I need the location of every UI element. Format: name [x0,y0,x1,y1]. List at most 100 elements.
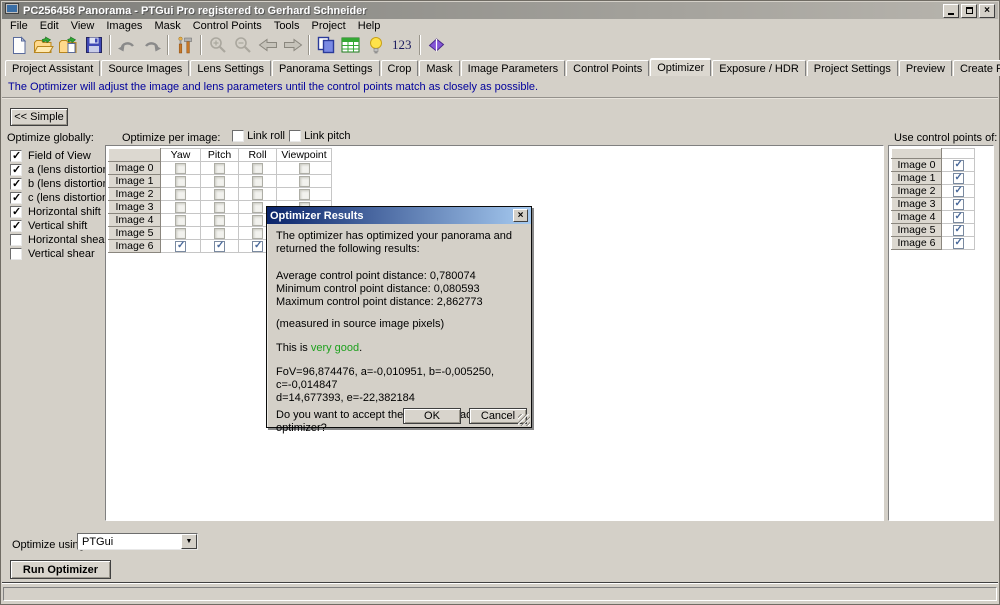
open-project-button[interactable] [31,34,56,56]
label-a-lens-distortion: a (lens distortion) [28,164,112,176]
menu-help[interactable]: Help [352,20,387,32]
source-images-button[interactable] [313,34,338,56]
checkbox-image-6-pitch[interactable] [214,241,225,252]
redo-button[interactable] [139,34,164,56]
restore-button[interactable] [961,4,977,18]
cp-checkbox-image-0[interactable] [953,160,964,171]
save-button[interactable] [81,34,106,56]
menu-tools[interactable]: Tools [268,20,306,32]
grid-row-label-image-4: Image 4 [109,214,161,227]
cp-cell-image-4 [942,211,975,224]
tools-button[interactable] [172,34,197,56]
tab-lens-settings[interactable]: Lens Settings [190,60,271,76]
link-roll-checkbox[interactable]: Link roll [232,130,285,142]
back-button[interactable] [255,34,280,56]
dialog-title-bar[interactable]: Optimizer Results × [267,207,531,224]
dialog-close-button[interactable]: × [513,209,528,222]
min-distance-text: Minimum control point distance: 0,080593 [276,283,522,296]
forward-button[interactable] [280,34,305,56]
help-button[interactable] [424,34,449,56]
checkbox-b-lens-distortion[interactable] [10,178,22,190]
optimize-per-image-label: Optimize per image: [122,132,220,144]
checkbox-image-4-pitch [214,215,225,226]
tab-create-panorama[interactable]: Create Panorama [953,60,1000,76]
cp-corner-cell [892,149,942,159]
zoom-in-button[interactable] [205,34,230,56]
close-button[interactable]: × [979,4,995,18]
tab-image-parameters[interactable]: Image Parameters [461,60,565,76]
checkbox-a-lens-distortion[interactable] [10,164,22,176]
simple-mode-button[interactable]: << Simple [10,108,68,126]
checkbox-vertical-shift[interactable] [10,220,22,232]
cp-checkbox-image-1[interactable] [953,173,964,184]
tab-project-assistant[interactable]: Project Assistant [5,60,100,76]
cp-checkbox-image-5[interactable] [953,225,964,236]
dialog-title: Optimizer Results [270,210,513,222]
link-pitch-box[interactable] [289,130,301,142]
checkbox-field-of-view[interactable] [10,150,22,162]
link-roll-box[interactable] [232,130,244,142]
checkbox-image-6-yaw[interactable] [175,241,186,252]
grid-cell-image-2-yaw [161,188,201,201]
cp-row-label-image-6: Image 6 [892,237,942,250]
checkbox-horizontal-shift[interactable] [10,206,22,218]
tab-bar: Project AssistantSource ImagesLens Setti… [2,58,998,76]
menu-view[interactable]: View [65,20,101,32]
tab-project-settings[interactable]: Project Settings [807,60,898,76]
menu-images[interactable]: Images [100,20,148,32]
close-icon: × [518,210,524,221]
cp-checkbox-image-3[interactable] [953,199,964,210]
tab-preview[interactable]: Preview [899,60,952,76]
tab-source-images[interactable]: Source Images [101,60,189,76]
label-c-lens-distortion: c (lens distortion) [28,192,112,204]
grid-row-label-image-5: Image 5 [109,227,161,240]
dialog-resize-grip[interactable] [518,414,530,426]
optimize-using-dropdown[interactable]: PTGui ▼ [77,533,198,550]
dropdown-button[interactable]: ▼ [181,534,197,549]
optimizer-tab-page: << Simple Optimize globally: Field of Vi… [2,99,998,582]
grid-cell-image-1-viewpoint [277,175,332,188]
menu-file[interactable]: File [4,20,34,32]
open-copy-button[interactable] [56,34,81,56]
toolbar: 123 [2,32,998,58]
cp-checkbox-image-2[interactable] [953,186,964,197]
numeric-transform-button[interactable]: 123 [388,37,416,53]
tab-optimizer[interactable]: Optimizer [650,59,711,77]
max-distance-text: Maximum control point distance: 2,862773 [276,296,522,309]
checkbox-image-3-pitch [214,202,225,213]
menu-edit[interactable]: Edit [34,20,65,32]
link-pitch-checkbox[interactable]: Link pitch [289,130,351,142]
run-optimizer-button[interactable]: Run Optimizer [10,560,111,579]
zoom-out-button[interactable] [230,34,255,56]
menu-mask[interactable]: Mask [148,20,186,32]
label-vertical-shift: Vertical shift [28,220,87,232]
tab-panorama-settings[interactable]: Panorama Settings [272,60,380,76]
checkbox-image-2-pitch [214,189,225,200]
minimize-button[interactable] [943,4,959,18]
grid-row-label-image-2: Image 2 [109,188,161,201]
checkbox-vertical-shear[interactable] [10,248,22,260]
tab-exposure-hdr[interactable]: Exposure / HDR [712,60,805,76]
cp-checkbox-image-4[interactable] [953,212,964,223]
checkbox-horizontal-shear[interactable] [10,234,22,246]
menu-control-points[interactable]: Control Points [187,20,268,32]
undo-button[interactable] [114,34,139,56]
grid-cell-image-4-yaw [161,214,201,227]
optimizer-hint-button[interactable] [363,34,388,56]
menu-project[interactable]: Project [306,20,352,32]
toolbar-separator [419,35,421,55]
tab-control-points[interactable]: Control Points [566,60,649,76]
cp-checkbox-image-6[interactable] [953,238,964,249]
checkbox-image-6-roll[interactable] [252,241,263,252]
image-table-button[interactable] [338,34,363,56]
grid-cell-image-2-roll [239,188,277,201]
tab-crop[interactable]: Crop [381,60,419,76]
ok-button[interactable]: OK [403,408,461,424]
cp-row-label-image-5: Image 5 [892,224,942,237]
cp-row-label-image-0: Image 0 [892,159,942,172]
checkbox-image-5-yaw [175,228,186,239]
chevron-down-icon: ▼ [186,538,193,545]
tab-mask[interactable]: Mask [419,60,459,76]
checkbox-c-lens-distortion[interactable] [10,192,22,204]
new-project-button[interactable] [6,34,31,56]
